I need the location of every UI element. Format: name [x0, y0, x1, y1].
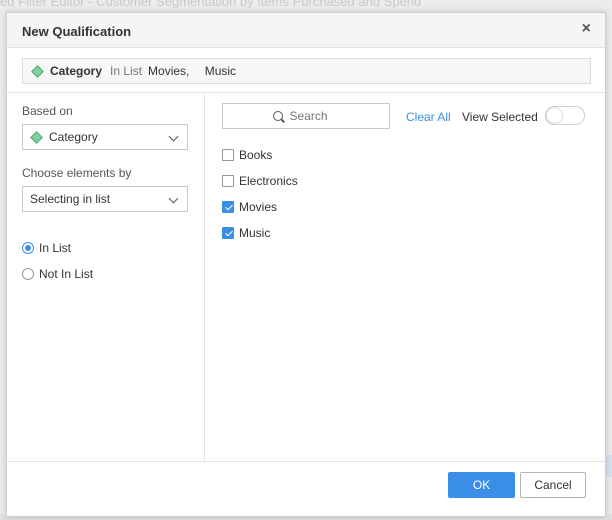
radio-in-list[interactable]: In List [22, 241, 71, 255]
radio-label: In List [39, 241, 72, 255]
summary-attribute: Category [50, 64, 103, 78]
based-on-value: Category [49, 130, 98, 144]
choose-elements-label: Choose elements by [22, 166, 132, 180]
summary-value: Music [204, 64, 237, 78]
list-item-label: Movies [239, 200, 278, 214]
list-item-label: Music [239, 226, 271, 240]
based-on-dropdown[interactable]: Category [22, 124, 188, 150]
background-panel-edge [606, 455, 612, 477]
list-item[interactable]: Movies [222, 200, 277, 214]
cancel-button[interactable]: Cancel [520, 472, 586, 498]
view-selected-toggle[interactable] [545, 106, 585, 125]
left-pane: Based on Category Choose elements by Sel… [7, 93, 205, 461]
summary-values: Movies, Music [148, 64, 248, 78]
ok-button[interactable]: OK [448, 472, 515, 498]
radio-not-in-list[interactable]: Not In List [22, 267, 93, 281]
summary-operator: In List [110, 64, 143, 78]
attribute-icon [31, 64, 44, 78]
radio-label: Not In List [39, 267, 94, 281]
checkbox[interactable] [222, 201, 234, 213]
checkbox[interactable] [222, 227, 234, 239]
list-item[interactable]: Electronics [222, 174, 298, 188]
chevron-down-icon [168, 193, 179, 204]
chevron-down-icon [168, 131, 179, 142]
choose-elements-value: Selecting in list [30, 192, 111, 206]
summary-value: Movies, [148, 64, 190, 78]
close-icon[interactable]: × [582, 20, 591, 38]
search-icon [272, 110, 284, 122]
list-item[interactable]: Books [222, 148, 272, 162]
toggle-knob [547, 108, 562, 123]
view-selected-label: View Selected [462, 110, 538, 124]
right-pane: Clear All View Selected Books Electronic… [206, 93, 605, 461]
based-on-label: Based on [22, 104, 73, 118]
list-item-label: Electronics [239, 174, 298, 188]
attribute-icon [30, 130, 43, 144]
choose-elements-dropdown[interactable]: Selecting in list [22, 186, 188, 212]
checkbox[interactable] [222, 175, 234, 187]
dialog-header: New Qualification × [7, 13, 605, 48]
checkbox[interactable] [222, 149, 234, 161]
clear-all-link[interactable]: Clear All [406, 110, 451, 124]
footer-divider [7, 461, 605, 462]
radio-button[interactable] [22, 268, 34, 280]
qualification-summary: Category In List Movies, Music [22, 58, 591, 84]
search-box[interactable] [222, 103, 390, 129]
list-item-label: Books [239, 148, 273, 162]
background-editor-title: ed Filter Editor - Customer Segmentation… [0, 0, 422, 8]
new-qualification-dialog: New Qualification × Category In List Mov… [6, 12, 606, 517]
radio-button[interactable] [22, 242, 34, 254]
list-item[interactable]: Music [222, 226, 270, 240]
dialog-title: New Qualification [22, 24, 132, 39]
search-input[interactable] [289, 109, 340, 123]
